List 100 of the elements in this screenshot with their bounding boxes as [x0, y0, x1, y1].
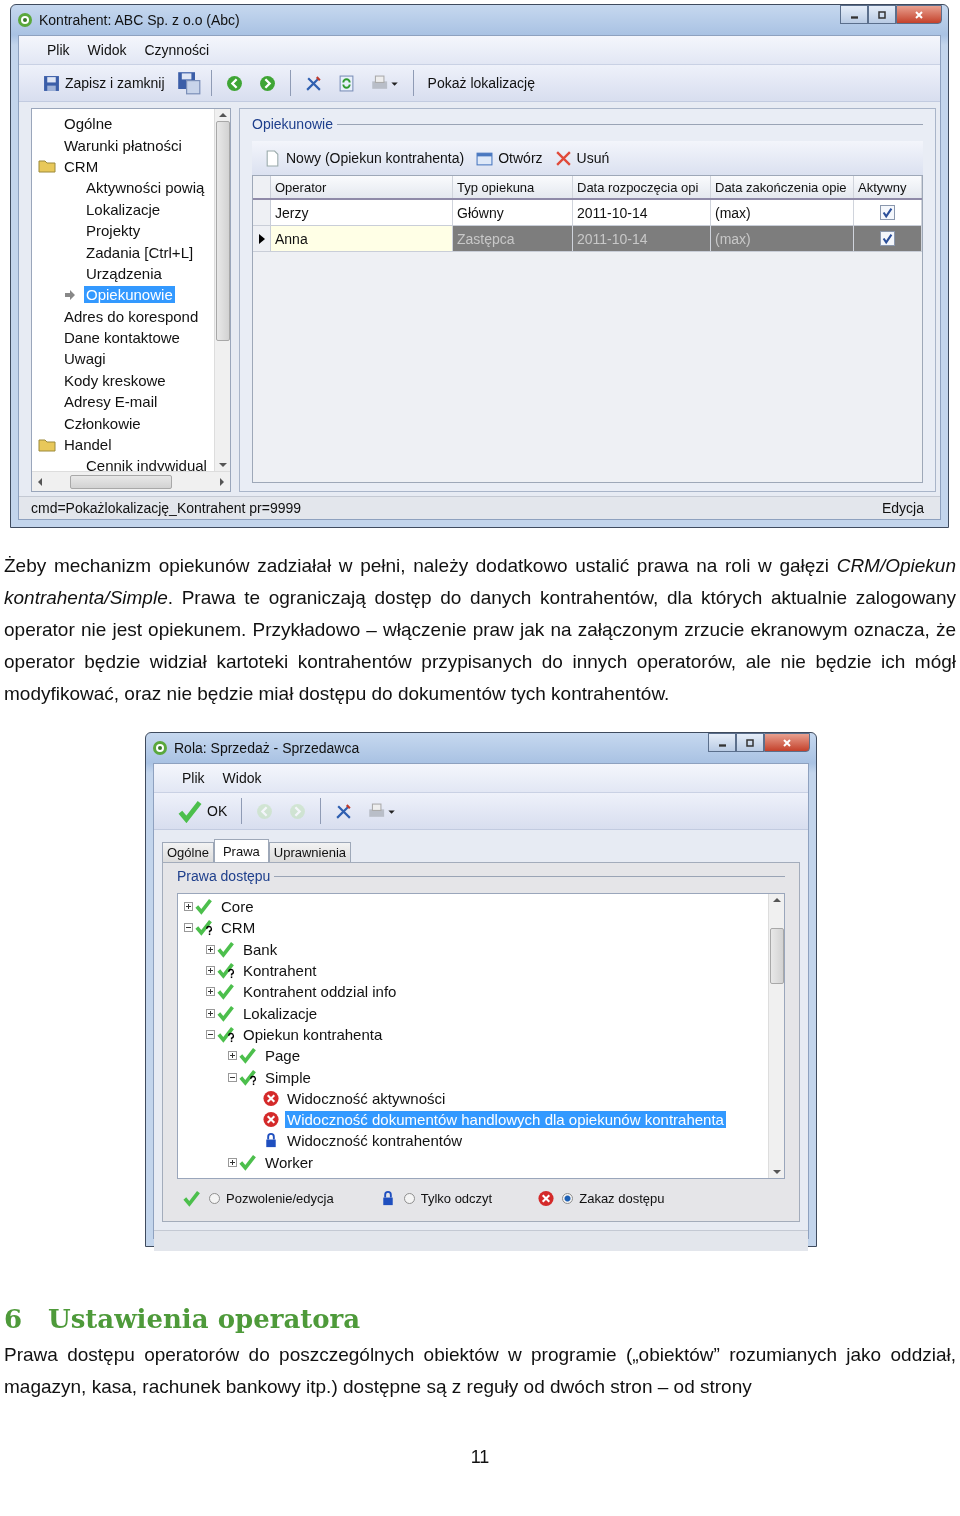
- nav-item[interactable]: Uwagi: [62, 350, 108, 368]
- radio-button[interactable]: [209, 1192, 220, 1204]
- tree-item[interactable]: Simple: [263, 1068, 313, 1086]
- minimize-button[interactable]: [840, 5, 868, 24]
- checkbox[interactable]: [880, 231, 895, 246]
- radio-button[interactable]: [403, 1192, 415, 1204]
- nav-item[interactable]: Ogólne: [62, 115, 115, 133]
- nav-item[interactable]: CRM: [62, 157, 101, 175]
- status-text: cmd=Pokażlokalizację_Kontrahent pr=9999: [31, 500, 302, 516]
- expander-icon[interactable]: [206, 987, 215, 997]
- nav-item[interactable]: Cennik indywidual: [84, 457, 209, 475]
- scrollbar[interactable]: [214, 109, 230, 471]
- delete-icon: [554, 149, 572, 167]
- tree-item[interactable]: Widoczność kontrahentów: [285, 1132, 465, 1150]
- table-row[interactable]: Jerzy Główny 2011-10-14 (max): [253, 200, 922, 226]
- group-title: Prawa dostępu: [177, 868, 271, 884]
- column-header[interactable]: Typ opiekuna: [453, 176, 573, 198]
- menu-item[interactable]: Widok: [214, 770, 270, 786]
- radio-label[interactable]: Pozwolenie/edycja: [226, 1190, 334, 1206]
- nav-item[interactable]: Urządzenia: [84, 264, 164, 282]
- tree-item[interactable]: Core: [219, 898, 256, 916]
- expander-icon[interactable]: [184, 923, 193, 933]
- section-title: Opiekunowie: [252, 116, 333, 132]
- maximize-button[interactable]: [868, 5, 896, 24]
- nav-item[interactable]: Członkowie: [62, 414, 143, 432]
- expander-icon[interactable]: [206, 966, 215, 976]
- menu-item[interactable]: Plik: [174, 770, 213, 786]
- save-close-button[interactable]: Zapisz i zamknij: [39, 72, 169, 94]
- row-header[interactable]: [253, 226, 271, 251]
- table-cell: (max): [711, 200, 854, 225]
- expander-icon[interactable]: [228, 1157, 237, 1167]
- radio-label[interactable]: Zakaz dostępu: [579, 1190, 665, 1206]
- new-button[interactable]: Nowy (Opiekun kontrahenta): [260, 147, 469, 169]
- radio-label[interactable]: Tylko odczyt: [420, 1190, 493, 1206]
- partial-check-icon: [195, 919, 215, 937]
- nav-item[interactable]: Handel: [62, 436, 114, 454]
- tree-item[interactable]: Page: [263, 1047, 303, 1065]
- nav-item[interactable]: Adres do korespond: [62, 307, 201, 325]
- scrollbar[interactable]: [768, 894, 784, 1178]
- printer-icon[interactable]: [370, 74, 399, 92]
- status-mode: Edycja: [881, 500, 924, 516]
- show-location-button[interactable]: Pokaż lokalizację: [423, 73, 539, 93]
- nav-item[interactable]: Adresy E-mail: [62, 393, 160, 411]
- column-header[interactable]: Data zakończenia opie: [711, 176, 854, 198]
- printer-icon[interactable]: [368, 802, 397, 820]
- maximize-icon: [745, 737, 755, 748]
- tree-item[interactable]: Worker: [263, 1153, 316, 1171]
- open-button[interactable]: Otwórz: [472, 147, 547, 169]
- tab[interactable]: Prawa: [213, 839, 269, 862]
- close-button[interactable]: [896, 5, 942, 24]
- column-header[interactable]: Operator: [271, 176, 453, 198]
- tree-item[interactable]: CRM: [219, 919, 258, 937]
- nav-item[interactable]: Lokalizacje: [84, 200, 163, 218]
- expander-icon[interactable]: [206, 1029, 215, 1039]
- refresh-icon[interactable]: [337, 74, 355, 92]
- tools-icon[interactable]: [304, 74, 322, 92]
- deny-icon: [261, 1111, 281, 1129]
- tree-item[interactable]: Widoczność aktywności: [285, 1089, 448, 1107]
- table-cell: Anna: [271, 226, 453, 251]
- column-header[interactable]: Aktywny: [854, 176, 922, 198]
- close-button[interactable]: [764, 733, 810, 752]
- column-header[interactable]: Data rozpoczęcia opi: [573, 176, 711, 198]
- tree-item[interactable]: Bank: [241, 940, 280, 958]
- expander-icon[interactable]: [228, 1051, 237, 1061]
- section-heading: Ustawienia operatora: [48, 1303, 361, 1335]
- menu-item[interactable]: Plik: [39, 42, 78, 58]
- table-row[interactable]: Anna Zastępca 2011-10-14 (max): [253, 226, 922, 252]
- nav-item[interactable]: Projekty: [84, 222, 143, 240]
- tab[interactable]: Ogólne: [162, 842, 214, 862]
- checkbox[interactable]: [880, 205, 895, 220]
- nav-item[interactable]: Kody kreskowe: [62, 371, 168, 389]
- nav-item[interactable]: Dane kontaktowe: [62, 329, 182, 347]
- check-icon: [239, 1153, 259, 1171]
- radio-button[interactable]: [562, 1192, 574, 1204]
- expander-icon[interactable]: [206, 944, 215, 954]
- tree-item[interactable]: Lokalizacje: [241, 1004, 320, 1022]
- ok-button[interactable]: OK: [174, 797, 232, 825]
- nav-item[interactable]: Warunki płatności: [62, 136, 184, 154]
- tree-item[interactable]: Kontrahent: [241, 962, 319, 980]
- paragraph: Żeby mechanizm opiekunów zadziałał w pełni, należy dodatkowo ustalić prawa na roli w gałęzi CRM/Opiekun kontrahenta/Simple. Prawa te ograniczają dostęp do danych kontrahentów, dla których aktualnie zalogowany operator nie jest opiekunem. Przykładowo – włączenie praw jak na załączonym zrzucie ekranowym oznacza, że operator będzie widział kartoteki kontrahentów przypisanych do innych operatorów, ale nie będzie ich mógł modyfikować, oraz nie będzie miał dostępu do dokumentów tych kontrahentów.: [3, 554, 957, 706]
- expander-icon[interactable]: [206, 1008, 215, 1018]
- menu-item[interactable]: Widok: [79, 42, 135, 58]
- maximize-button[interactable]: [736, 733, 764, 752]
- arrow-icon: [64, 288, 76, 301]
- tools-icon[interactable]: [335, 802, 353, 820]
- menu-item[interactable]: Czynności: [136, 42, 218, 58]
- table-cell: (max): [711, 226, 854, 251]
- folder-icon: [38, 159, 56, 174]
- nav-item[interactable]: Zadania [Ctrl+L]: [84, 243, 196, 261]
- delete-button[interactable]: Usuń: [550, 147, 614, 169]
- tree-item[interactable]: Opiekun kontrahenta: [241, 1025, 385, 1043]
- minimize-button[interactable]: [708, 733, 736, 752]
- expander-icon[interactable]: [228, 1072, 237, 1082]
- folder-icon: [38, 437, 56, 452]
- tab[interactable]: Uprawnienia: [268, 842, 352, 862]
- tree-item[interactable]: Kontrahent oddzial info: [241, 983, 399, 1001]
- scrollbar[interactable]: [32, 471, 230, 491]
- save-icon[interactable]: [176, 71, 201, 95]
- expander-icon[interactable]: [184, 902, 193, 912]
- nav-item[interactable]: Aktywności powią: [84, 179, 207, 197]
